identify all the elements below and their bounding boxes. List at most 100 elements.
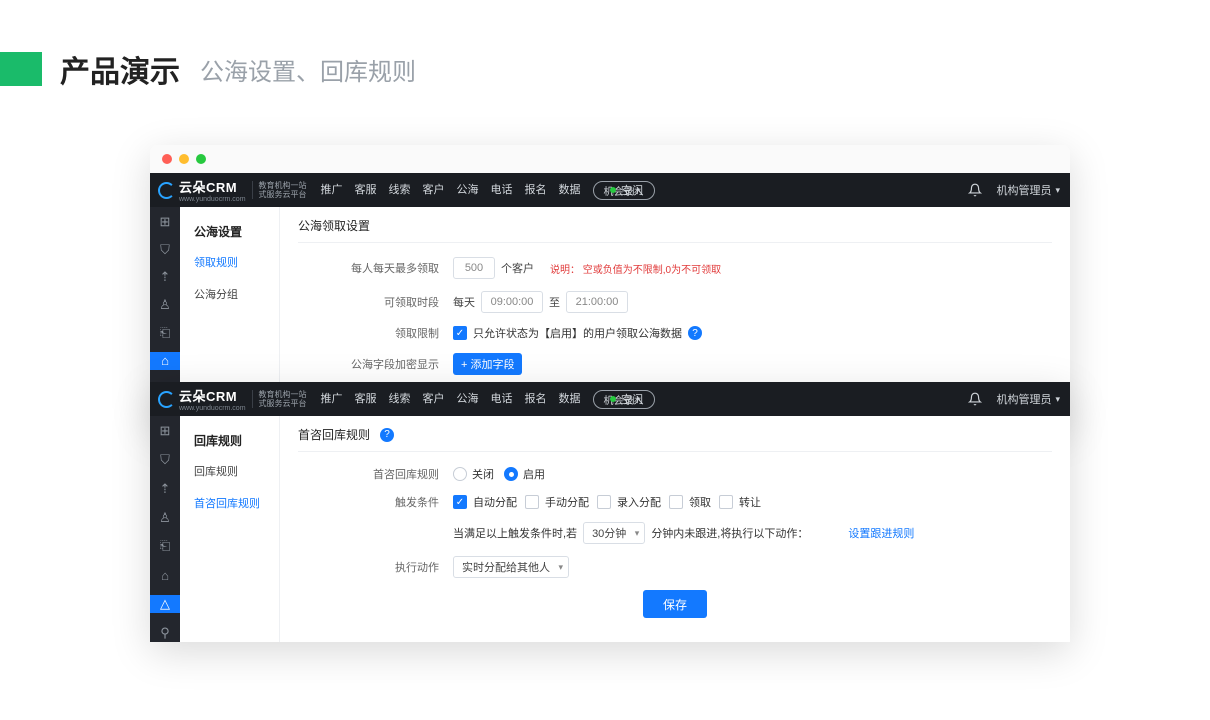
- icon-rail: ⊞ ⛉ ⇡ ♙ ⎗ ⌂ △ ⚲: [150, 416, 180, 642]
- add-field-button[interactable]: + 添加字段: [453, 353, 522, 375]
- to-text: 至: [549, 294, 560, 310]
- close-icon[interactable]: [162, 154, 172, 164]
- topbar: 云朵CRM www.yunduocrm.com 教育机构一站式服务云平台 推广 …: [150, 173, 1070, 207]
- status-indicator: 空闲: [610, 182, 643, 198]
- field-label: 每人每天最多领取: [298, 260, 453, 276]
- users-icon[interactable]: ⚲: [150, 623, 180, 642]
- side-menu-item[interactable]: 领取规则: [180, 246, 279, 278]
- topbar: 云朵CRM www.yunduocrm.com 教育机构一站式服务云平台 推广 …: [150, 382, 1070, 416]
- shield-icon[interactable]: ⛉: [150, 451, 180, 470]
- status-text: 空闲: [621, 182, 643, 198]
- trigger-checkbox[interactable]: [597, 495, 611, 509]
- nav-item[interactable]: 客服: [355, 181, 377, 200]
- trigger-checkbox[interactable]: [719, 495, 733, 509]
- logo-icon: [158, 391, 175, 408]
- set-follow-rule-link[interactable]: 设置跟进规则: [848, 525, 914, 541]
- field-label: 执行动作: [298, 559, 453, 575]
- status-text: 空闲: [621, 391, 643, 407]
- field-label: 公海字段加密显示: [298, 356, 453, 372]
- user-name: 机构管理员: [996, 391, 1051, 407]
- user-menu[interactable]: 机构管理员 ▾: [996, 391, 1060, 407]
- nav-item[interactable]: 推广: [321, 390, 343, 409]
- nav-item[interactable]: 数据: [559, 390, 581, 409]
- field-prefix: 每天: [453, 294, 475, 310]
- slide-title-sub: 公海设置、回库规则: [200, 52, 416, 87]
- user-icon[interactable]: ♙: [150, 296, 180, 314]
- nav-item[interactable]: 线索: [389, 390, 411, 409]
- help-icon[interactable]: ?: [380, 428, 394, 442]
- checkbox-label: 领取: [689, 494, 711, 510]
- chart-icon[interactable]: ⇡: [150, 269, 180, 287]
- radio-on[interactable]: [504, 467, 518, 481]
- maximize-icon[interactable]: [196, 154, 206, 164]
- chart-icon[interactable]: ⇡: [150, 480, 180, 499]
- side-menu-item[interactable]: 公海分组: [180, 278, 279, 310]
- action-dropdown[interactable]: 实时分配给其他人: [453, 556, 569, 578]
- user-icon[interactable]: ♙: [150, 508, 180, 527]
- recycle-icon[interactable]: △: [150, 595, 180, 614]
- content-title: 首咨回库规则: [298, 426, 370, 443]
- condition-text-pre: 当满足以上触发条件时,若: [453, 525, 577, 541]
- radio-on-label: 启用: [523, 466, 545, 482]
- minimize-icon[interactable]: [179, 154, 189, 164]
- nav-item[interactable]: 客户: [423, 390, 445, 409]
- field-label: 领取限制: [298, 325, 453, 341]
- checkbox-label: 录入分配: [617, 494, 661, 510]
- brand-slogan: 教育机构一站式服务云平台: [259, 181, 307, 199]
- home-icon[interactable]: ⌂: [150, 566, 180, 585]
- main-nav: 推广 客服 线索 客户 公海 电话 报名 数据 机会录入: [321, 181, 655, 200]
- trigger-checkbox[interactable]: [669, 495, 683, 509]
- save-button[interactable]: 保存: [643, 590, 707, 618]
- side-menu-item[interactable]: 首咨回库规则: [180, 487, 279, 519]
- brand-logo: 云朵CRM www.yunduocrm.com 教育机构一站式服务云平台: [150, 177, 315, 203]
- nav-item[interactable]: 数据: [559, 181, 581, 200]
- nav-item[interactable]: 公海: [457, 181, 479, 200]
- nav-item[interactable]: 电话: [491, 181, 513, 200]
- nav-item[interactable]: 报名: [525, 181, 547, 200]
- user-menu[interactable]: 机构管理员 ▾: [996, 182, 1060, 198]
- shield-icon[interactable]: ⛉: [150, 241, 180, 259]
- timeout-dropdown[interactable]: 30分钟: [583, 522, 645, 544]
- nav-item[interactable]: 线索: [389, 181, 411, 200]
- bell-icon[interactable]: [968, 183, 982, 197]
- home-icon[interactable]: ⌂: [150, 352, 180, 370]
- bell-icon[interactable]: [968, 392, 982, 406]
- nav-item[interactable]: 电话: [491, 390, 513, 409]
- mac-titlebar: [150, 145, 1070, 173]
- window-huiku: 云朵CRM www.yunduocrm.com 教育机构一站式服务云平台 推广 …: [150, 382, 1070, 642]
- brand-slogan: 教育机构一站式服务云平台: [259, 390, 307, 408]
- condition-text-post: 分钟内未跟进,将执行以下动作：: [651, 525, 808, 541]
- field-label: 首咨回库规则: [298, 466, 453, 482]
- trigger-checkbox[interactable]: [525, 495, 539, 509]
- limit-checkbox[interactable]: ✓: [453, 326, 467, 340]
- chevron-down-icon: ▾: [1055, 185, 1060, 196]
- max-claim-input[interactable]: 500: [453, 257, 495, 279]
- side-menu-item[interactable]: 回库规则: [180, 455, 279, 487]
- radio-off[interactable]: [453, 467, 467, 481]
- trigger-checkbox[interactable]: ✓: [453, 495, 467, 509]
- nav-item[interactable]: 客服: [355, 390, 377, 409]
- content-panel: 首咨回库规则 ? 首咨回库规则 关闭 启用 触发条件 ✓自动分配 手动分配: [280, 416, 1070, 642]
- brand-name: 云朵CRM: [179, 177, 246, 196]
- time-to-input[interactable]: 21:00:00: [566, 291, 628, 313]
- folder-icon[interactable]: ⎗: [150, 324, 180, 342]
- nav-item[interactable]: 客户: [423, 181, 445, 200]
- grid-icon[interactable]: ⊞: [150, 213, 180, 231]
- nav-item[interactable]: 报名: [525, 390, 547, 409]
- radio-off-label: 关闭: [472, 466, 494, 482]
- status-dot-icon: [610, 396, 616, 402]
- checkbox-label: 自动分配: [473, 494, 517, 510]
- nav-item[interactable]: 推广: [321, 181, 343, 200]
- side-menu: 回库规则 回库规则 首咨回库规则: [180, 416, 280, 642]
- accent-bar: [0, 52, 42, 86]
- unit-text: 个客户: [501, 260, 534, 276]
- brand-name: 云朵CRM: [179, 386, 246, 405]
- grid-icon[interactable]: ⊞: [150, 422, 180, 441]
- brand-domain: www.yunduocrm.com: [179, 405, 246, 412]
- slide-title-main: 产品演示: [60, 47, 180, 91]
- folder-icon[interactable]: ⎗: [150, 537, 180, 556]
- time-from-input[interactable]: 09:00:00: [481, 291, 543, 313]
- side-menu-header: 回库规则: [180, 426, 279, 455]
- nav-item[interactable]: 公海: [457, 390, 479, 409]
- help-icon[interactable]: ?: [688, 326, 702, 340]
